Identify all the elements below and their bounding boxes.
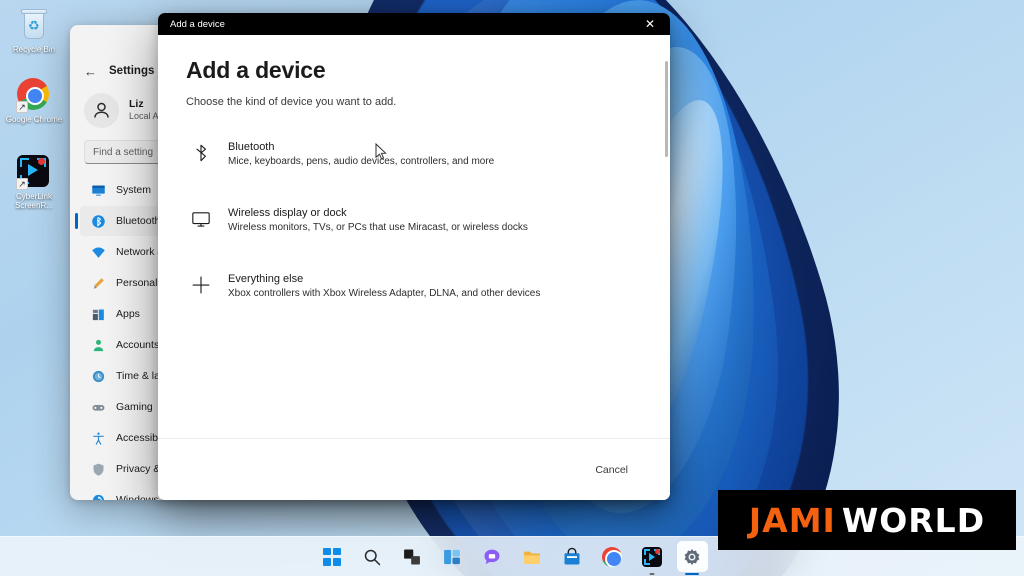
taskbar-chrome-button[interactable] — [597, 541, 628, 572]
wifi-icon — [90, 244, 106, 260]
chrome-icon: ↗ — [16, 78, 51, 113]
brush-icon — [90, 275, 106, 291]
dialog-titlebar-text: Add a device — [170, 18, 225, 30]
cyberlink-icon — [642, 546, 662, 567]
add-a-device-dialog: Add a device ✕ Add a device Choose the k… — [158, 13, 670, 500]
watermark: JAMI WORLD — [718, 490, 1016, 550]
dialog-close-button[interactable]: ✕ — [630, 13, 670, 35]
taskbar-chat-button[interactable] — [477, 541, 508, 572]
bluetooth-icon — [90, 213, 106, 229]
chat-icon — [484, 549, 500, 564]
cancel-button[interactable]: Cancel — [581, 458, 642, 482]
clock-icon — [90, 368, 106, 384]
task-view-icon — [404, 549, 420, 564]
search-placeholder: Find a setting — [93, 146, 154, 158]
user-subtitle: Local A — [129, 111, 159, 122]
device-option-title: Bluetooth — [228, 141, 275, 153]
windows-logo-icon — [323, 547, 341, 566]
taskbar-widgets-button[interactable] — [437, 541, 468, 572]
dialog-heading: Add a device — [186, 57, 326, 83]
device-option-bluetooth[interactable]: Bluetooth Mice, keyboards, pens, audio d… — [186, 134, 642, 174]
chrome-icon — [602, 546, 622, 567]
device-option-description: Mice, keyboards, pens, audio devices, co… — [228, 156, 495, 167]
desktop-icon-label: CyberLink ScreenR... — [15, 192, 53, 210]
back-arrow-icon[interactable]: ← — [84, 64, 97, 79]
dialog-body: Add a device Choose the kind of device y… — [158, 35, 670, 438]
watermark-secondary-text: WORLD — [841, 500, 986, 540]
dialog-footer: Cancel — [158, 438, 670, 500]
apps-icon — [90, 306, 106, 322]
taskbar-task-view-button[interactable] — [397, 541, 428, 572]
folder-icon — [524, 551, 540, 564]
avatar — [84, 93, 119, 128]
accessibility-icon — [90, 430, 106, 446]
device-option-title: Everything else — [228, 273, 304, 285]
update-icon — [90, 492, 106, 500]
gear-icon — [684, 548, 700, 565]
dialog-scrollbar[interactable] — [665, 61, 668, 157]
cyberlink-icon: ↗ — [16, 155, 51, 190]
recycle-bin-icon: ♻ — [17, 8, 51, 42]
taskbar-start-button[interactable] — [317, 541, 348, 572]
taskbar-search-button[interactable] — [357, 541, 388, 572]
sidebar-item-label: Apps — [116, 308, 140, 320]
store-icon — [564, 547, 580, 564]
sidebar-item-label: Accounts — [116, 339, 160, 351]
device-option-everything-else[interactable]: Everything else Xbox controllers with Xb… — [186, 266, 642, 306]
desktop-icon-recycle-bin[interactable]: ♻ Recycle Bin — [3, 8, 65, 54]
desktop-icon-label: Recycle Bin — [12, 45, 56, 54]
settings-title: Settings — [109, 65, 155, 77]
watermark-primary-text: JAMI — [748, 500, 836, 540]
shield-icon — [90, 461, 106, 477]
desktop-icon-label: Google Chrome — [5, 115, 63, 124]
monitor-icon — [90, 182, 106, 198]
device-option-wireless-display-or-dock[interactable]: Wireless display or dock Wireless monito… — [186, 200, 642, 240]
taskbar-cyberlink-button[interactable] — [637, 541, 668, 572]
sidebar-item-label: System — [116, 184, 152, 196]
desktop: ♻ Recycle Bin ↗ Google Chrome ↗ CyberLin… — [0, 0, 1024, 576]
device-option-description: Wireless monitors, TVs, or PCs that use … — [228, 222, 528, 233]
desktop-icon-google-chrome[interactable]: ↗ Google Chrome — [3, 78, 65, 124]
shortcut-arrow-icon: ↗ — [16, 178, 28, 190]
dialog-subheading: Choose the kind of device you want to ad… — [186, 96, 397, 108]
search-icon — [364, 549, 381, 565]
monitor-icon — [190, 208, 212, 230]
shortcut-arrow-icon: ↗ — [16, 101, 28, 113]
device-option-title: Wireless display or dock — [228, 207, 347, 219]
sidebar-item-label: Bluetooth — [116, 215, 161, 227]
taskbar-microsoft-store-button[interactable] — [557, 541, 588, 572]
plus-icon — [190, 274, 212, 296]
widgets-icon — [444, 549, 460, 564]
bluetooth-icon — [190, 142, 212, 164]
device-option-description: Xbox controllers with Xbox Wireless Adap… — [228, 288, 541, 299]
gamepad-icon — [90, 399, 106, 415]
dialog-titlebar[interactable]: Add a device ✕ — [158, 13, 670, 35]
taskbar-file-explorer-button[interactable] — [517, 541, 548, 572]
person-icon — [90, 337, 106, 353]
desktop-icon-cyberlink[interactable]: ↗ CyberLink ScreenR... — [3, 155, 65, 210]
user-name: Liz — [129, 98, 144, 111]
sidebar-item-label: Gaming — [116, 401, 153, 413]
taskbar-settings-button[interactable] — [676, 541, 708, 572]
